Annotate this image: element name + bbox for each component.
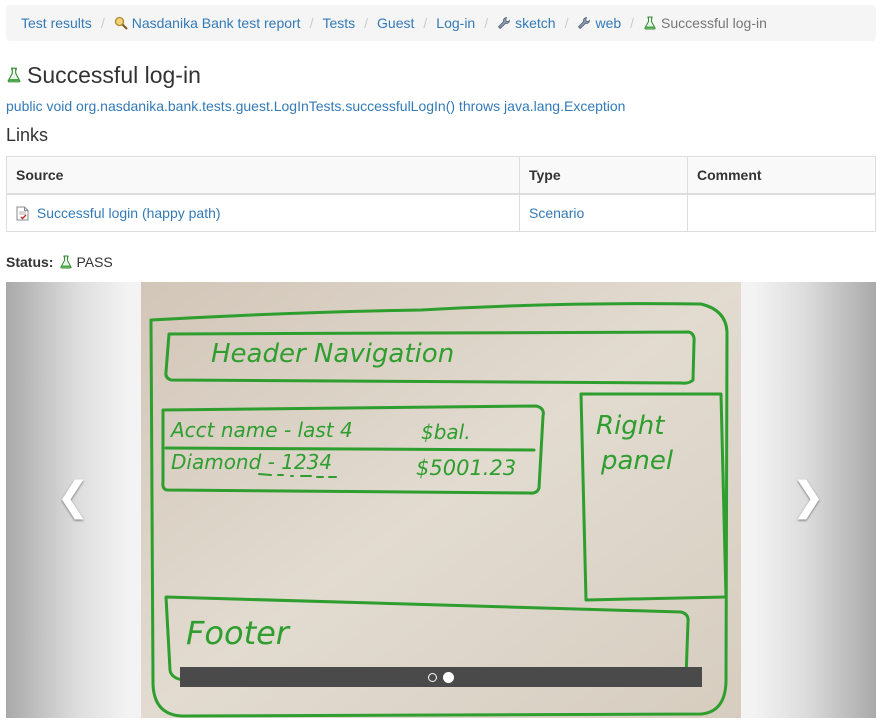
breadcrumb-separator: / xyxy=(100,15,105,31)
sketch-label-amount: $5001.23 xyxy=(416,456,516,480)
column-header-type: Type xyxy=(519,156,688,195)
breadcrumb-test-results[interactable]: Test results xyxy=(21,15,92,31)
breadcrumb-separator: / xyxy=(630,15,635,31)
breadcrumb-guest[interactable]: Guest xyxy=(377,15,414,31)
column-header-comment: Comment xyxy=(687,156,876,195)
document-icon xyxy=(16,206,29,221)
carousel-next-button[interactable]: ❯ xyxy=(788,477,828,517)
links-table: Source Type Comment Successful login (ha… xyxy=(6,156,876,232)
flask-icon xyxy=(644,16,656,30)
sketch-label-panel: panel xyxy=(600,446,674,476)
page-title: Successful log-in xyxy=(6,60,201,90)
breadcrumb-log-in[interactable]: Log-in xyxy=(436,15,475,31)
sketch-label-header: Header Navigation xyxy=(211,339,454,369)
image-carousel: Header Navigation Acct name - last 4 $ba… xyxy=(6,282,876,718)
wrench-icon xyxy=(578,17,591,30)
sketch-label-acct: Acct name - last 4 xyxy=(169,418,353,442)
breadcrumb-separator: / xyxy=(423,15,428,31)
breadcrumb-current: Successful log-in xyxy=(643,15,767,31)
flask-icon xyxy=(7,67,21,83)
breadcrumb-tests[interactable]: Tests xyxy=(322,15,355,31)
carousel-indicators xyxy=(180,667,702,687)
breadcrumb-sketch[interactable]: sketch xyxy=(497,15,556,31)
breadcrumb-test-report[interactable]: Nasdanika Bank test report xyxy=(114,15,301,31)
sketch-label-footer: Footer xyxy=(186,614,291,652)
breadcrumb: Test results / Nasdanika Bank test repor… xyxy=(6,5,876,41)
breadcrumb-separator: / xyxy=(564,15,569,31)
breadcrumb-separator: / xyxy=(309,15,314,31)
type-cell: Scenario xyxy=(519,193,688,232)
wireframe-sketch-image: Header Navigation Acct name - last 4 $ba… xyxy=(141,282,741,718)
links-heading: Links xyxy=(6,125,49,145)
column-header-source: Source xyxy=(6,156,520,195)
table-header-row: Source Type Comment xyxy=(6,156,876,195)
breadcrumb-separator: / xyxy=(484,15,489,31)
wrench-icon xyxy=(498,17,511,30)
method-signature-link[interactable]: public void org.nasdanika.bank.tests.gue… xyxy=(6,98,625,114)
status: Status: PASS xyxy=(6,254,113,270)
flask-icon xyxy=(60,255,73,269)
source-link[interactable]: Successful login (happy path) xyxy=(37,205,221,221)
table-row: Successful login (happy path) Scenario xyxy=(6,193,876,232)
report-icon xyxy=(114,16,128,30)
status-label: Status: xyxy=(6,254,54,270)
breadcrumb-web[interactable]: web xyxy=(577,15,621,31)
sketch-label-diamond: Diamond - 1234 xyxy=(171,450,332,474)
comment-cell xyxy=(687,193,876,232)
breadcrumb-separator: / xyxy=(364,15,369,31)
carousel-indicator-1[interactable] xyxy=(428,672,437,682)
source-cell: Successful login (happy path) xyxy=(6,193,520,232)
sketch-label-bal: $bal. xyxy=(421,420,471,444)
carousel-prev-button[interactable]: ❮ xyxy=(53,477,93,517)
carousel-indicator-2[interactable] xyxy=(443,671,454,683)
type-link[interactable]: Scenario xyxy=(529,205,584,221)
sketch-label-right: Right xyxy=(596,411,665,441)
status-value: PASS xyxy=(76,254,113,270)
